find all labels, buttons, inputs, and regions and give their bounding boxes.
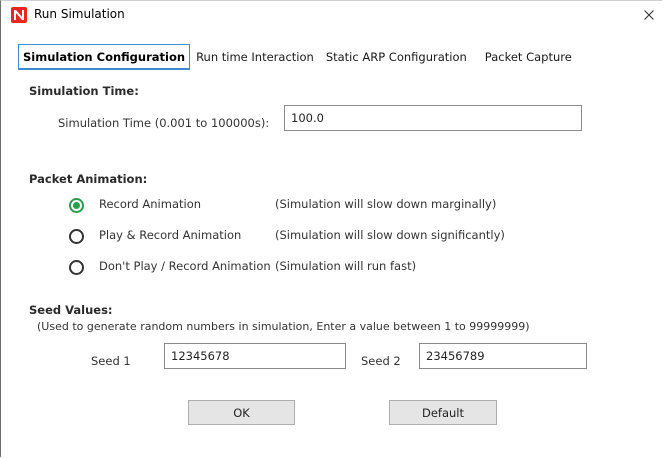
close-icon [644,10,654,20]
radio-label: Play & Record Animation [99,228,242,242]
seed2-input[interactable] [419,343,587,369]
tab-simulation-configuration[interactable]: Simulation Configuration [18,44,191,70]
seed1-label: Seed 1 [91,354,131,368]
radio-label: Record Animation [99,197,202,211]
radio-note: (Simulation will slow down marginally) [275,197,497,211]
tab-strip: Simulation Configuration Run time Intera… [18,44,578,70]
seed-values-heading: Seed Values: [29,303,113,317]
simulation-time-label: Simulation Time (0.001 to 100000s): [58,116,270,130]
tab-static-arp-configuration[interactable]: Static ARP Configuration [320,44,473,70]
netsim-app-icon [11,7,27,23]
radio-button[interactable] [69,259,84,275]
radio-note: (Simulation will slow down significantly… [275,228,505,242]
simulation-time-input[interactable] [284,105,582,131]
run-simulation-dialog: Run Simulation Simulation Configuration … [0,0,662,457]
ok-button[interactable]: OK [188,400,295,425]
radio-button[interactable] [69,228,84,244]
seed2-label: Seed 2 [361,354,401,368]
default-button[interactable]: Default [389,400,497,425]
window-title: Run Simulation [34,7,125,21]
close-button[interactable] [635,1,663,29]
radio-button-selected[interactable] [69,197,84,213]
packet-animation-heading: Packet Animation: [29,172,148,186]
radio-label: Don't Play / Record Animation [99,259,271,273]
tab-run-time-interaction[interactable]: Run time Interaction [190,44,320,70]
tab-packet-capture[interactable]: Packet Capture [479,44,578,70]
radio-play-record-animation[interactable]: Play & Record Animation (Simulation will… [69,227,549,245]
radio-note: (Simulation will run fast) [275,259,417,273]
simulation-time-heading: Simulation Time: [29,84,139,98]
radio-record-animation[interactable]: Record Animation (Simulation will slow d… [69,196,549,214]
radio-dont-play-record-animation[interactable]: Don't Play / Record Animation (Simulatio… [69,258,549,276]
title-bar: Run Simulation [1,1,663,29]
seed-values-hint: (Used to generate random numbers in simu… [37,320,530,333]
seed1-input[interactable] [164,343,346,369]
